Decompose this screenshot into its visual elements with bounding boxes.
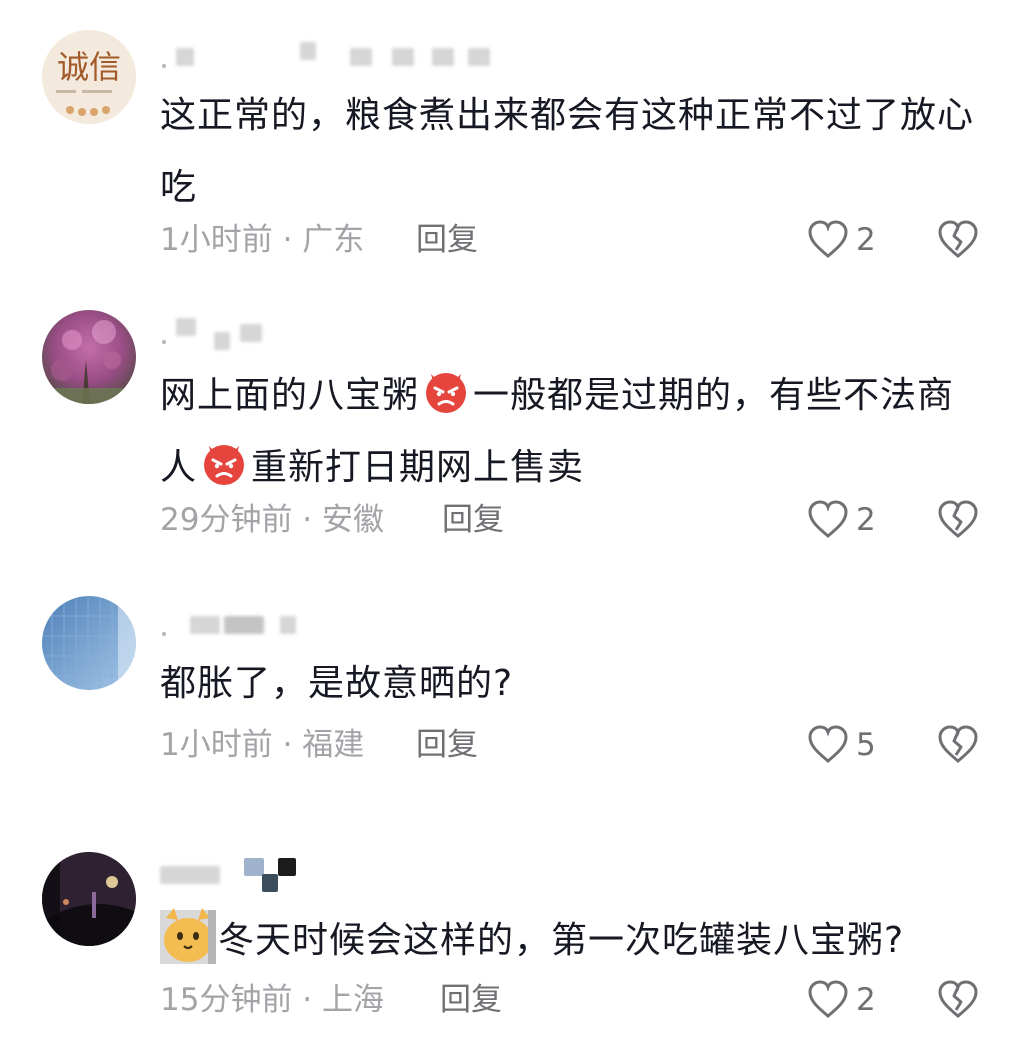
broken-heart-icon: [938, 980, 978, 1018]
reply-button[interactable]: 回复: [440, 980, 502, 1020]
meta-separator: ·: [292, 982, 323, 1018]
comment-text-part: 重新打日期网上售卖: [251, 447, 585, 488]
comment-text: 都胀了，是故意晒的?: [160, 663, 514, 704]
heart-outline-icon: [808, 725, 848, 763]
heart-outline-icon: [808, 980, 848, 1018]
username-redacted[interactable]: [160, 858, 500, 892]
dislike-button[interactable]: [936, 723, 980, 767]
avatar[interactable]: [42, 310, 136, 404]
comment-item: 冬天时候会这样的，第一次吃罐装八宝粥? 15分钟前 · 上海 回复 2: [0, 0, 1024, 1018]
meta-separator: ·: [272, 727, 303, 763]
heart-outline-icon: [808, 500, 848, 538]
like-count: 5: [856, 727, 876, 763]
comment-time: 29分钟前: [160, 502, 293, 538]
comment-time: 15分钟前: [160, 982, 293, 1018]
avatar[interactable]: [42, 596, 136, 690]
avatar[interactable]: [42, 852, 136, 946]
comment-time: 1小时前: [160, 727, 273, 763]
broken-heart-icon: [938, 500, 978, 538]
angry-face-emoji: [421, 366, 471, 416]
like-count: 2: [856, 502, 876, 538]
username-redacted[interactable]: [160, 610, 500, 640]
meta-separator: ·: [292, 502, 323, 538]
comment-location: 上海: [322, 982, 385, 1018]
comment-text-part: 网上面的八宝粥: [160, 375, 420, 416]
comment-location: 福建: [302, 727, 365, 763]
username-redacted[interactable]: [160, 318, 500, 350]
dislike-button[interactable]: [936, 978, 980, 1022]
angry-face-emoji: [199, 438, 249, 488]
like-button[interactable]: 2: [806, 978, 896, 1022]
comment-location: 安徽: [322, 502, 385, 538]
reply-button[interactable]: 回复: [442, 500, 504, 540]
reply-button[interactable]: 回复: [416, 725, 478, 765]
comment-meta: 15分钟前 · 上海: [160, 980, 384, 1020]
comment-meta: 1小时前 · 福建: [160, 725, 364, 765]
like-count: 2: [856, 982, 876, 1018]
like-button[interactable]: 5: [806, 723, 896, 767]
like-button[interactable]: 2: [806, 498, 896, 542]
broken-heart-icon: [938, 725, 978, 763]
comment-text: 冬天时候会这样的，第一次吃罐装八宝粥?: [160, 904, 980, 977]
comment-meta: 29分钟前 · 安徽: [160, 500, 384, 540]
comment-text-part: 冬天时候会这样的，第一次吃罐装八宝粥?: [218, 920, 905, 961]
comment-text: 网上面的八宝粥 一般都是过期的，有些不法商人 重新打日期网上售卖: [160, 360, 980, 504]
dislike-button[interactable]: [936, 498, 980, 542]
cat-emoji: [160, 904, 216, 964]
